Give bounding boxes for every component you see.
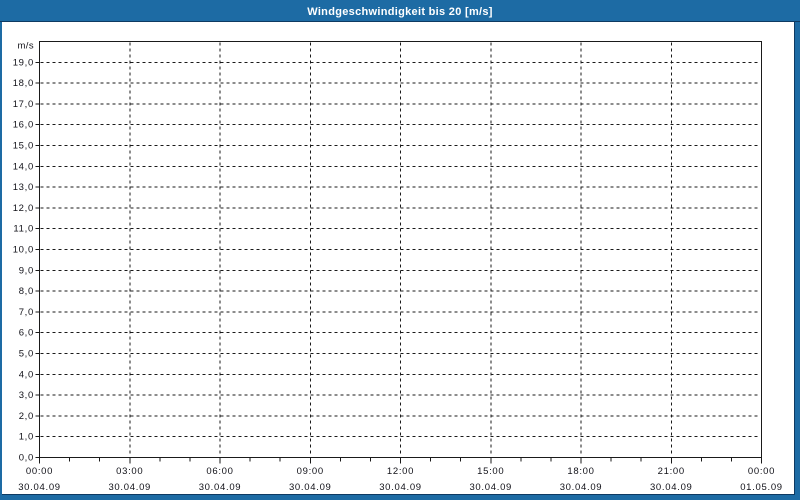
- svg-text:10,0: 10,0: [13, 245, 34, 256]
- svg-text:09:00: 09:00: [297, 466, 324, 477]
- svg-text:16,0: 16,0: [13, 120, 34, 131]
- x-tick-labels: 00:00 30.04.09 03:00 30.04.09 06:00 30.04.09 0…: [18, 466, 783, 493]
- svg-text:30.04.09: 30.04.09: [108, 482, 151, 493]
- svg-text:7,0: 7,0: [19, 307, 34, 318]
- svg-text:06:00: 06:00: [206, 466, 233, 477]
- svg-text:5,0: 5,0: [19, 349, 34, 360]
- svg-text:3,0: 3,0: [19, 390, 34, 401]
- y-axis-unit-label: m/s: [17, 41, 34, 52]
- svg-text:01.05.09: 01.05.09: [740, 482, 783, 493]
- svg-text:11,0: 11,0: [13, 224, 34, 235]
- svg-text:00:00: 00:00: [748, 466, 775, 477]
- svg-text:15,0: 15,0: [13, 141, 34, 152]
- svg-text:12,0: 12,0: [13, 203, 34, 214]
- svg-text:14,0: 14,0: [13, 161, 34, 172]
- svg-text:13,0: 13,0: [13, 182, 34, 193]
- svg-text:8,0: 8,0: [19, 286, 34, 297]
- svg-text:21:00: 21:00: [658, 466, 685, 477]
- svg-text:1,0: 1,0: [19, 432, 34, 443]
- svg-text:17,0: 17,0: [13, 99, 34, 110]
- svg-text:2,0: 2,0: [19, 411, 34, 422]
- window-titlebar: Windgeschwindigkeit bis 20 [m/s]: [0, 0, 800, 22]
- svg-text:4,0: 4,0: [19, 369, 34, 380]
- svg-text:30.04.09: 30.04.09: [289, 482, 332, 493]
- svg-text:18:00: 18:00: [567, 466, 594, 477]
- y-axis-ticks: [35, 61, 40, 458]
- svg-text:00:00: 00:00: [26, 466, 53, 477]
- svg-text:30.04.09: 30.04.09: [560, 482, 603, 493]
- svg-text:30.04.09: 30.04.09: [199, 482, 242, 493]
- svg-text:6,0: 6,0: [19, 328, 34, 339]
- svg-text:15:00: 15:00: [477, 466, 504, 477]
- chart-content: 0,0 1,0 2,0 3,0 4,0 5,0 6,0 7,0 8,0 9,0 10,0 11,0 12…: [2, 22, 795, 495]
- svg-text:19,0: 19,0: [13, 57, 34, 68]
- svg-text:30.04.09: 30.04.09: [18, 482, 61, 493]
- svg-text:12:00: 12:00: [387, 466, 414, 477]
- svg-text:18,0: 18,0: [13, 78, 34, 89]
- window-title: Windgeschwindigkeit bis 20 [m/s]: [307, 6, 493, 18]
- svg-text:03:00: 03:00: [116, 466, 143, 477]
- svg-text:9,0: 9,0: [19, 265, 34, 276]
- x-axis-ticks: [39, 457, 762, 464]
- chart-canvas: 0,0 1,0 2,0 3,0 4,0 5,0 6,0 7,0 8,0 9,0 10,0 11,0 12…: [13, 41, 783, 494]
- svg-text:30.04.09: 30.04.09: [650, 482, 693, 493]
- svg-text:0,0: 0,0: [19, 453, 34, 464]
- chart-window: Windgeschwindigkeit bis 20 [m/s] 0,0 1,0 2…: [0, 0, 800, 500]
- svg-text:30.04.09: 30.04.09: [379, 482, 422, 493]
- y-tick-labels: 0,0 1,0 2,0 3,0 4,0 5,0 6,0 7,0 8,0 9,0 10,0 11,0 12…: [13, 41, 34, 464]
- svg-text:30.04.09: 30.04.09: [469, 482, 512, 493]
